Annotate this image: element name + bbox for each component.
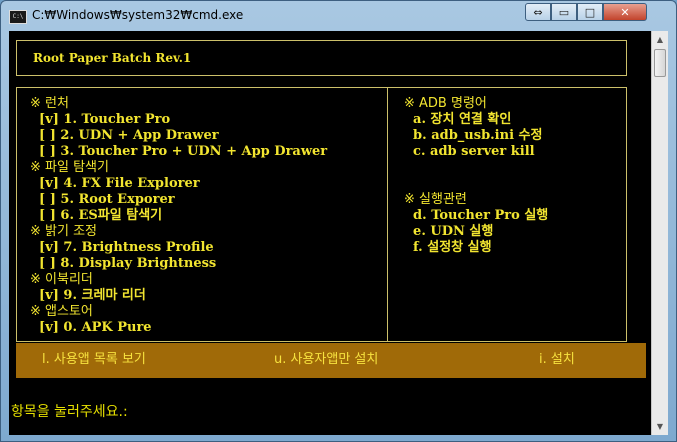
- menu-item[interactable]: e. UDN 실행: [404, 224, 493, 240]
- menu-item[interactable]: [ ] 8. Display Brightness: [30, 256, 216, 272]
- menu-item[interactable]: f. 설정창 실행: [404, 240, 492, 256]
- menu-item[interactable]: d. Toucher Pro 실행: [404, 208, 548, 224]
- option-l[interactable]: l. 사용앱 목록 보기: [42, 352, 146, 368]
- window-title: C:₩Windows₩system32₩cmd.exe: [32, 8, 244, 22]
- menu-item[interactable]: b. adb_usb.ini 수정: [404, 128, 542, 144]
- menu-item[interactable]: [ ] 5. Root Exporer: [30, 192, 175, 208]
- menu-item[interactable]: [v] 0. APK Pure: [30, 320, 152, 336]
- menu-section-header: ※ ADB 명령어: [404, 96, 487, 111]
- option-i[interactable]: i. 설치: [539, 352, 575, 368]
- action-bar: l. 사용앱 목록 보기 u. 사용자앱만 설치 i. 설치: [16, 343, 646, 378]
- input-prompt[interactable]: 항목을 눌러주세요.:: [11, 401, 128, 421]
- menu-item[interactable]: [v] 1. Toucher Pro: [30, 112, 170, 128]
- title-bar[interactable]: C:\ C:₩Windows₩system32₩cmd.exe ⇔ ▭ □ ✕: [1, 1, 676, 31]
- scroll-thumb[interactable]: [654, 49, 666, 77]
- menu-item[interactable]: [ ] 6. ES파일 탐색기: [30, 208, 162, 224]
- menu-item[interactable]: [ ] 3. Toucher Pro + UDN + App Drawer: [30, 144, 327, 160]
- menu-item[interactable]: [v] 4. FX File Explorer: [30, 176, 200, 192]
- menu-item[interactable]: [ ] 2. UDN + App Drawer: [30, 128, 219, 144]
- menu-item[interactable]: [v] 9. 크레마 리더: [30, 288, 146, 304]
- minimize-button[interactable]: ▭: [551, 3, 577, 21]
- cmd-app-icon[interactable]: C:\: [9, 10, 27, 24]
- menu-section-header: ※ 이북리더: [30, 272, 93, 287]
- menu-item[interactable]: c. adb server kill: [404, 144, 535, 160]
- option-u[interactable]: u. 사용자앱만 설치: [274, 352, 378, 368]
- scroll-down-icon[interactable]: ▼: [652, 418, 668, 435]
- restore-icon[interactable]: ⇔: [525, 3, 551, 21]
- menu-section-header: ※ 밝기 조정: [30, 224, 97, 239]
- maximize-button[interactable]: □: [577, 3, 603, 21]
- banner-box: Root Paper Batch Rev.1: [16, 40, 627, 76]
- cmd-window: C:\ C:₩Windows₩system32₩cmd.exe ⇔ ▭ □ ✕ …: [0, 0, 677, 442]
- scroll-up-icon[interactable]: ▲: [652, 31, 668, 48]
- menu-section-header: ※ 런처: [30, 96, 69, 111]
- menu-section-header: ※ 실행관련: [404, 192, 467, 207]
- menu-item[interactable]: a. 장치 연결 확인: [404, 112, 511, 128]
- vertical-scrollbar[interactable]: ▲ ▼: [651, 31, 668, 435]
- banner-title: Root Paper Batch Rev.1: [33, 51, 192, 65]
- menu-section-header: ※ 앱스토어: [30, 304, 93, 319]
- menu-section-header: ※ 파일 탐색기: [30, 160, 109, 175]
- menu-item[interactable]: [v] 7. Brightness Profile: [30, 240, 214, 256]
- close-button[interactable]: ✕: [603, 3, 647, 21]
- console-output[interactable]: Root Paper Batch Rev.1 ※ 런처 [v] 1. Touch…: [9, 31, 651, 435]
